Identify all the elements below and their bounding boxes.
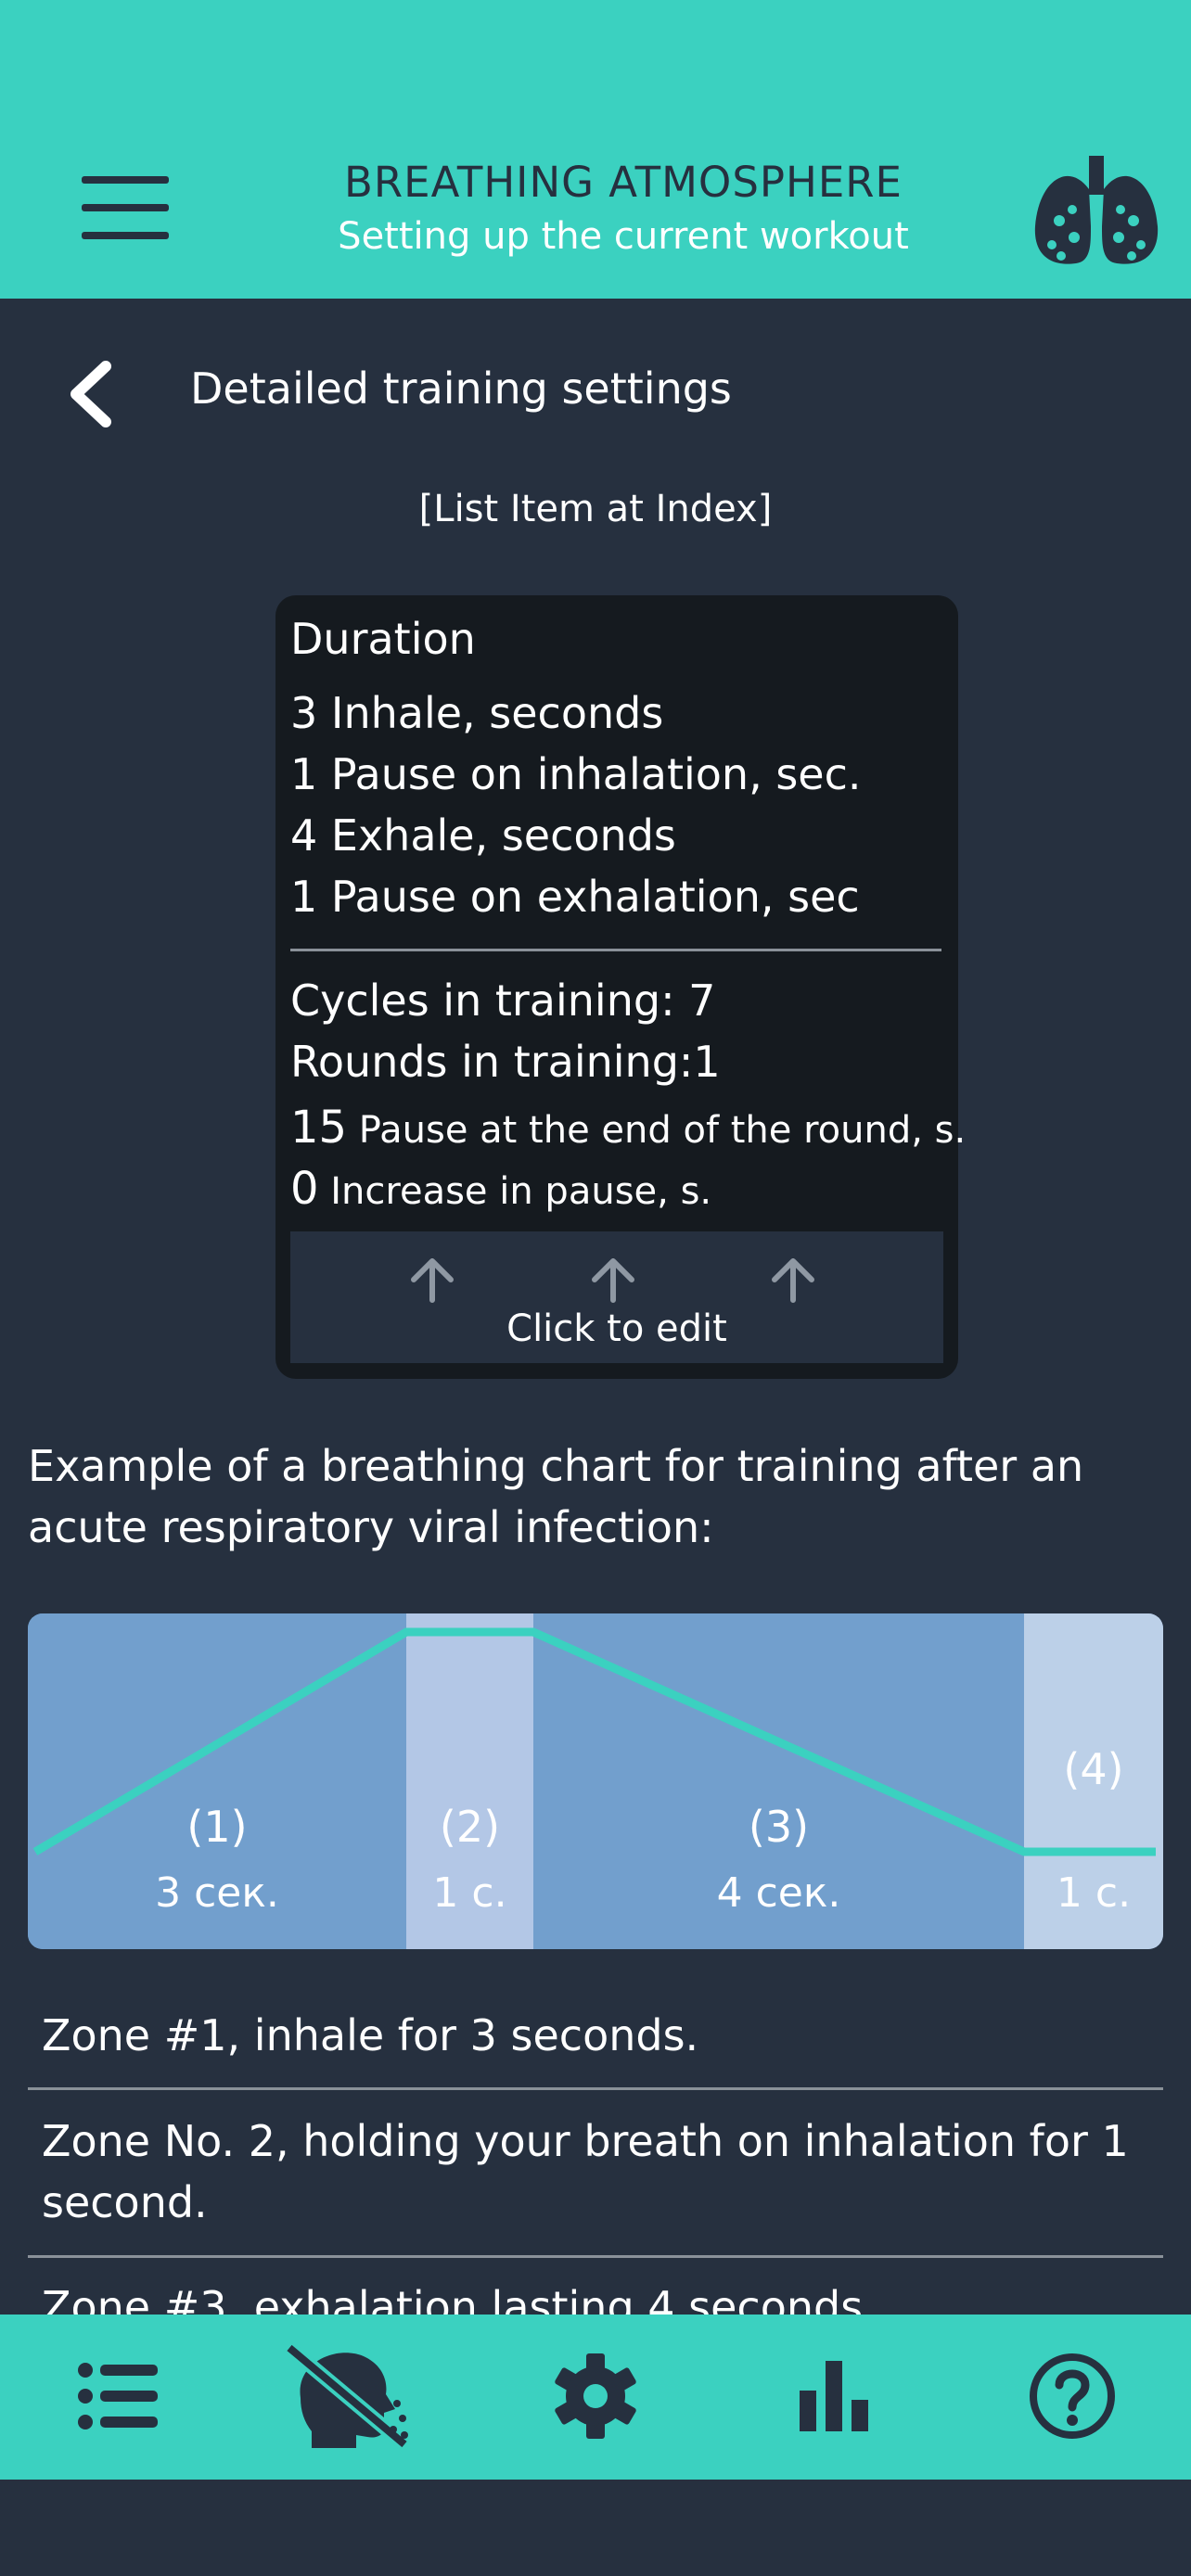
inhale-duration: 3 Inhale, seconds [290,688,664,738]
round-end-pause: 15 Pause at the end of the round, s. [290,1102,966,1154]
arrow-up-icon [411,1258,454,1303]
breathing-chart-svg: (1) 3 сек. (2) 1 с. (3) 4 сек. (4) 1 с. [28,1613,1163,1949]
round-end-pause-value: 15 [290,1102,348,1154]
help-icon[interactable] [1026,2350,1119,2442]
inhale-pause-duration: 1 Pause on inhalation, sec. [290,749,862,799]
card-divider [290,949,941,951]
pause-increase-value: 0 [290,1163,319,1215]
chart-zone-index-1: (1) [186,1802,247,1852]
example-description: Example of a breathing chart for trainin… [28,1441,1084,1552]
rounds-count: Rounds in training:1 [290,1037,721,1087]
exhale-pause-duration: 1 Pause on exhalation, sec [290,872,860,922]
arrow-up-icon [592,1258,634,1303]
no-breathing-icon[interactable] [284,2342,410,2450]
duration-heading: Duration [290,614,476,664]
chart-zone-duration-1: 3 сек. [155,1869,279,1917]
app-header: BREATHING ATMOSPHERE Setting up the curr… [0,0,1191,299]
page-title: Detailed training settings [190,363,732,414]
app-subtitle: Setting up the current workout [338,215,909,258]
chevron-left-icon[interactable] [56,357,130,431]
zone-description-1: Zone #1, inhale for 3 seconds. [42,2010,699,2060]
chart-zone-index-4: (4) [1063,1744,1123,1794]
app-title: BREATHING ATMOSPHERE [344,158,903,207]
exhale-duration: 4 Exhale, seconds [290,810,676,861]
duration-card[interactable]: Duration 3 Inhale, seconds 1 Pause on in… [275,595,966,1379]
chart-zone-duration-4: 1 с. [1057,1869,1131,1917]
chart-zone-duration-3: 4 сек. [717,1869,841,1917]
hamburger-menu-icon[interactable] [82,176,174,241]
arrow-up-icon [772,1258,814,1303]
bottom-nav [0,2315,1191,2480]
edit-label: Click to edit [506,1307,727,1350]
pause-increase-label: Increase in pause, s. [318,1170,712,1213]
breathing-chart: (1) 3 сек. (2) 1 с. (3) 4 сек. (4) 1 с. [28,1613,1163,1949]
gear-icon[interactable] [549,2350,642,2442]
edit-button[interactable]: Click to edit [290,1231,943,1363]
round-end-pause-label: Pause at the end of the round, s. [347,1109,967,1152]
chart-zone-index-3: (3) [749,1802,809,1852]
bar-chart-icon[interactable] [788,2350,881,2442]
pause-increase: 0 Increase in pause, s. [290,1163,711,1215]
list-icon[interactable] [72,2350,165,2442]
chart-zone-index-2: (2) [440,1802,500,1852]
zone-divider [28,2087,1163,2090]
lungs-icon [1034,156,1159,264]
zone-description-2: Zone No. 2, holding your breath on inhal… [42,2116,1129,2227]
cycles-count: Cycles in training: 7 [290,976,716,1026]
chart-zone-duration-2: 1 с. [432,1869,506,1917]
list-item-label: [List Item at Index] [418,488,773,530]
zone-divider [28,2255,1163,2258]
